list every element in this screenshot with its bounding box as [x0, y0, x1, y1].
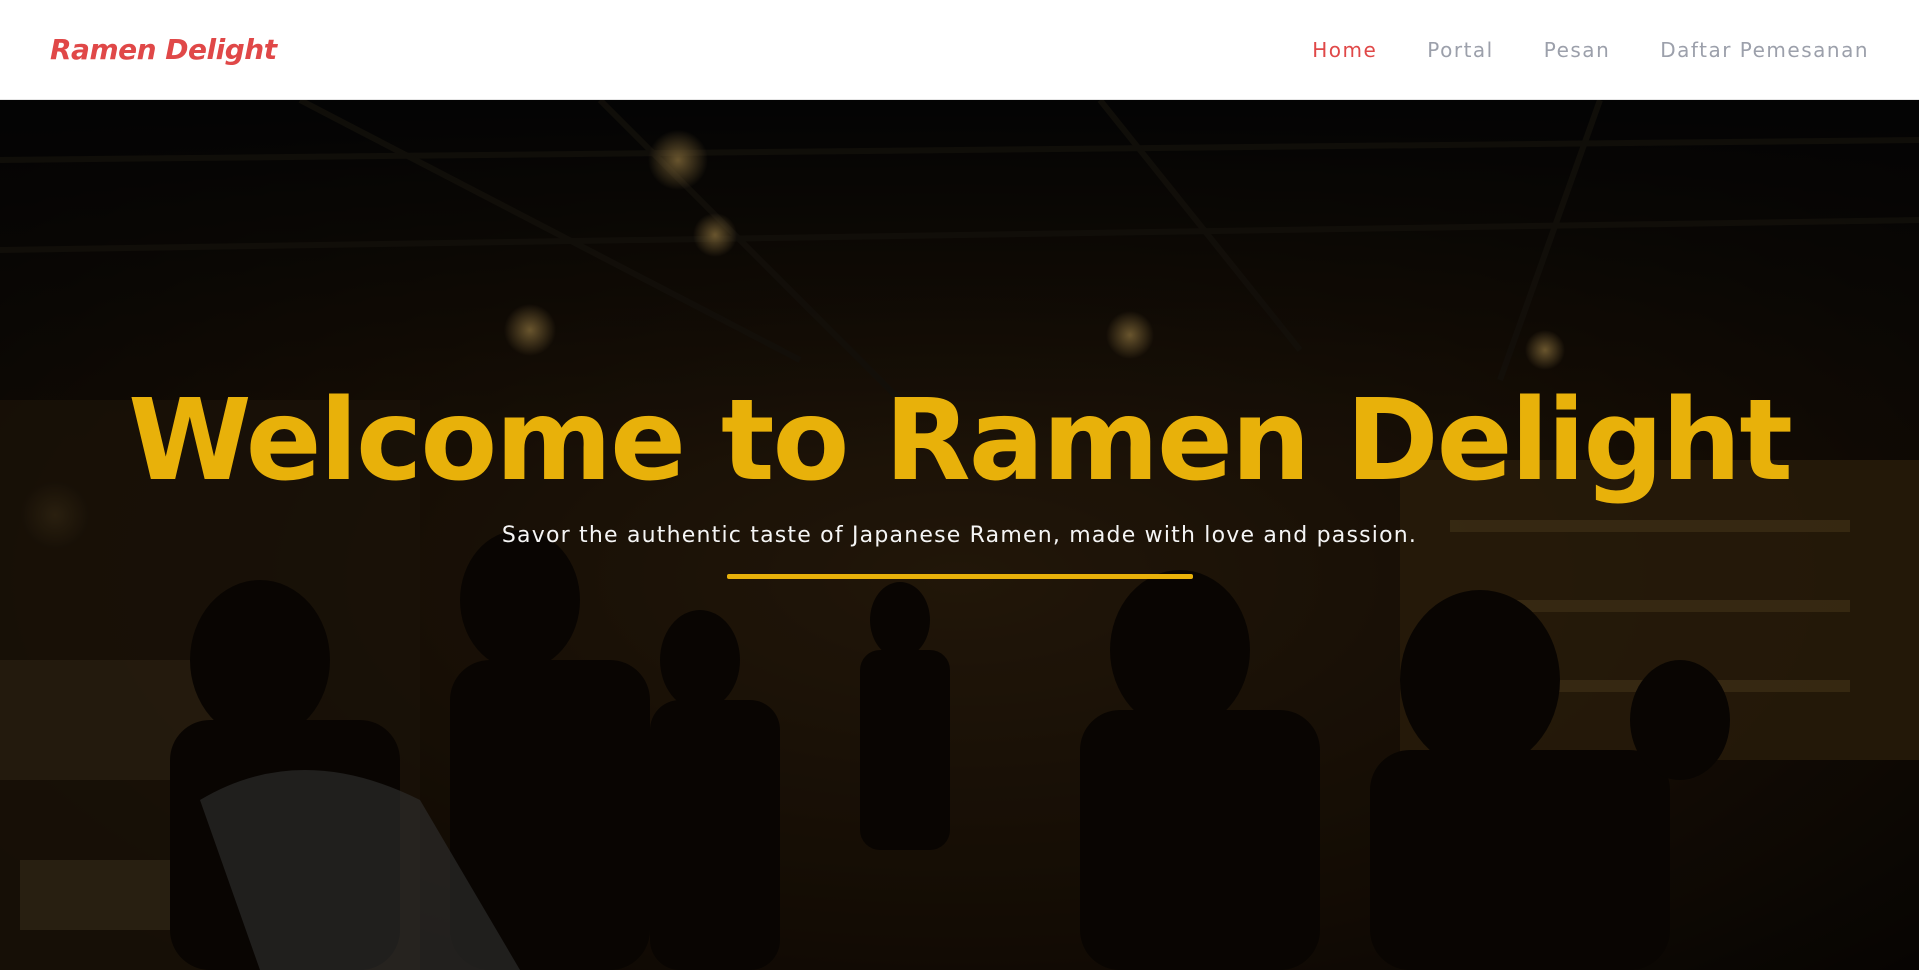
hero-content: Welcome to Ramen Delight Savor the authe… — [0, 100, 1919, 970]
hero-section: Welcome to Ramen Delight Savor the authe… — [0, 100, 1919, 970]
nav-link-portal[interactable]: Portal — [1427, 38, 1493, 62]
nav-links: Home Portal Pesan Daftar Pemesanan — [1312, 38, 1869, 62]
nav-link-daftar-pemesanan[interactable]: Daftar Pemesanan — [1660, 38, 1869, 62]
navbar: Ramen Delight Home Portal Pesan Daftar P… — [0, 0, 1919, 100]
hero-subtitle: Savor the authentic taste of Japanese Ra… — [501, 523, 1418, 548]
hero-title: Welcome to Ramen Delight — [128, 376, 1793, 506]
nav-link-home[interactable]: Home — [1312, 38, 1377, 62]
nav-link-pesan[interactable]: Pesan — [1544, 38, 1611, 62]
hero-divider — [726, 574, 1193, 579]
brand-logo[interactable]: Ramen Delight — [50, 33, 277, 66]
